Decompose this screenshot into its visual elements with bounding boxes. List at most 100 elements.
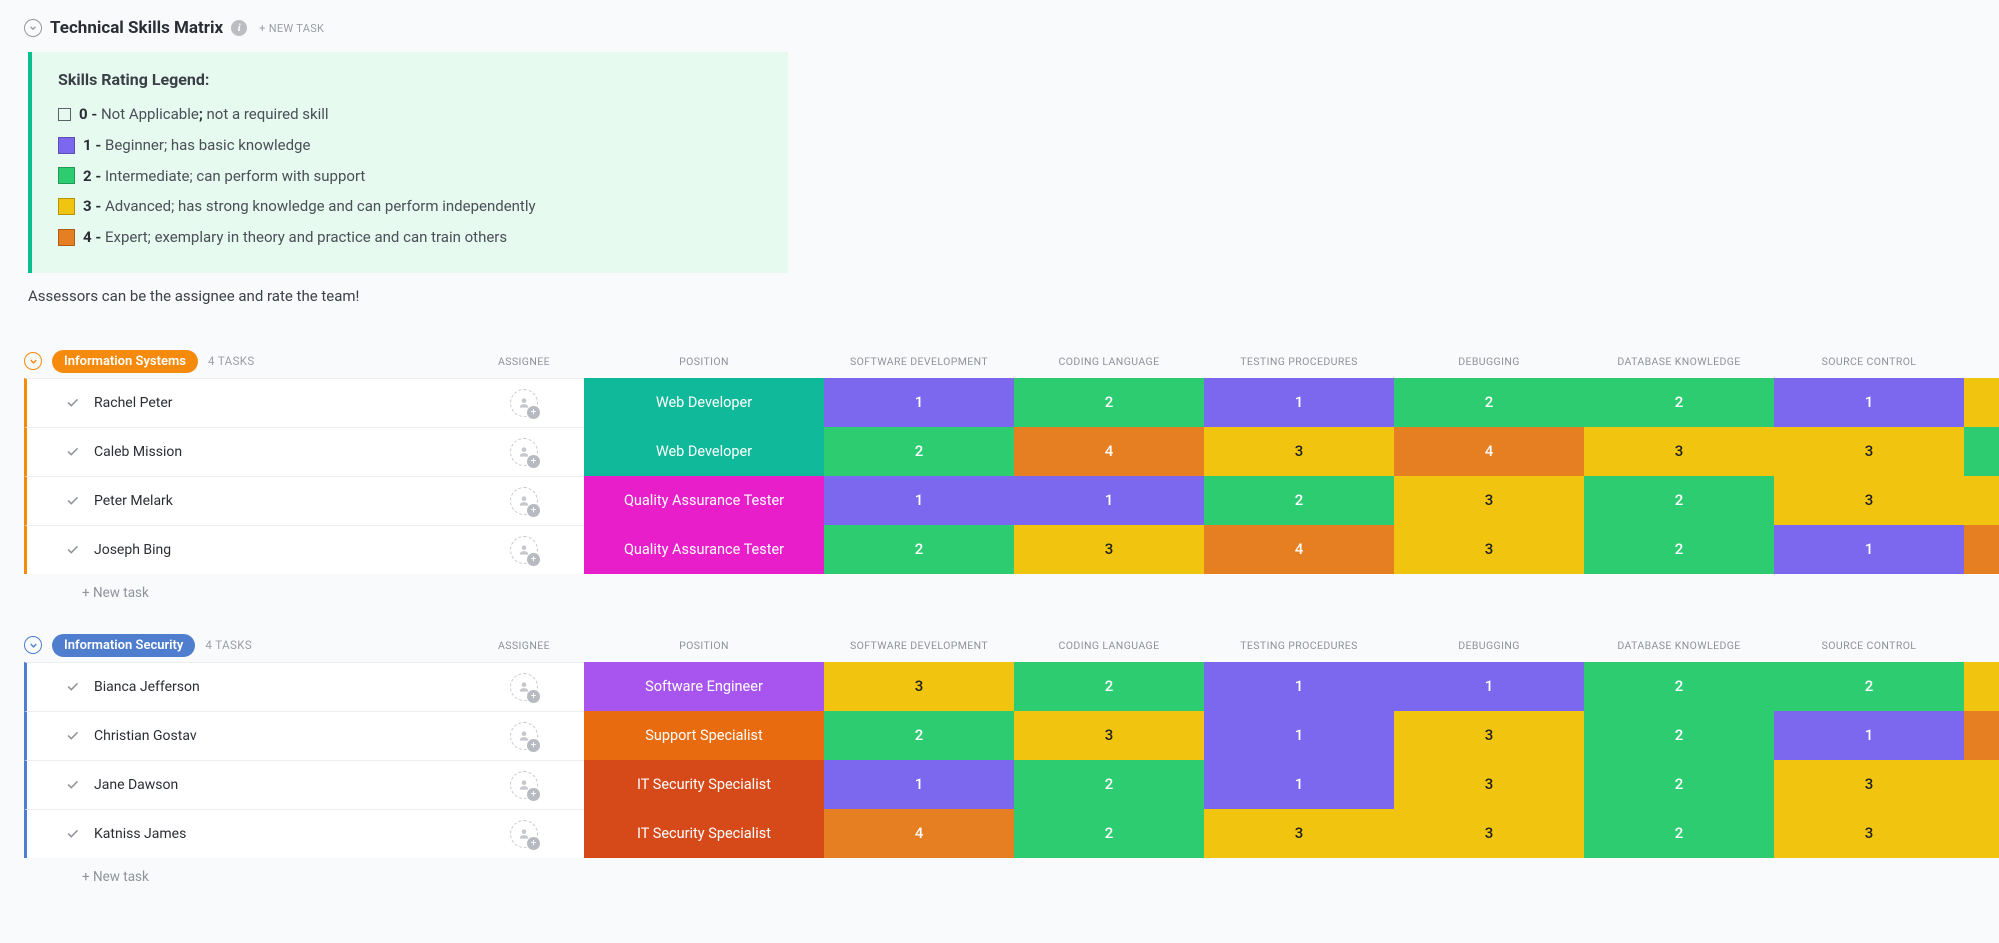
task-name[interactable]: Caleb Mission (84, 427, 464, 476)
column-header[interactable]: SOURCE CONTROL (1774, 629, 1964, 662)
rating-cell[interactable]: 3 (1774, 760, 1964, 809)
rating-cell[interactable]: 4 (1394, 427, 1584, 476)
rating-cell[interactable]: 3 (1964, 809, 1999, 858)
column-header[interactable]: DEBUGGING (1394, 629, 1584, 662)
assignee-add-button[interactable]: + (510, 536, 538, 564)
assignee-add-button[interactable]: + (510, 487, 538, 515)
rating-cell[interactable]: 4 (1014, 427, 1204, 476)
rating-cell[interactable]: 2 (1014, 809, 1204, 858)
rating-cell[interactable]: 2 (1204, 476, 1394, 525)
rating-cell[interactable]: 4 (1964, 711, 1999, 760)
group-collapse-toggle[interactable] (24, 636, 42, 654)
rating-cell[interactable]: 3 (1204, 427, 1394, 476)
rating-cell[interactable]: 1 (1204, 711, 1394, 760)
rating-cell[interactable]: 2 (1584, 476, 1774, 525)
rating-cell[interactable]: 2 (824, 427, 1014, 476)
task-status-check[interactable] (24, 711, 84, 760)
task-name[interactable]: Joseph Bing (84, 525, 464, 574)
column-header[interactable]: DEBUGGING (1394, 345, 1584, 378)
rating-cell[interactable]: 2 (1584, 378, 1774, 427)
assignee-add-button[interactable]: + (510, 722, 538, 750)
rating-cell[interactable]: 1 (1394, 662, 1584, 711)
rating-cell[interactable]: 3 (824, 662, 1014, 711)
task-status-check[interactable] (24, 809, 84, 858)
task-name[interactable]: Katniss James (84, 809, 464, 858)
position-cell[interactable]: Software Engineer (584, 662, 824, 711)
column-header[interactable]: SOFTWARE DEVELOPMENT (824, 629, 1014, 662)
column-header[interactable]: DATABASE KNOWLEDGE (1584, 629, 1774, 662)
rating-cell[interactable]: 2 (1584, 662, 1774, 711)
rating-cell[interactable]: 3 (1394, 525, 1584, 574)
rating-cell[interactable]: 2 (824, 711, 1014, 760)
task-status-check[interactable] (24, 378, 84, 427)
rating-cell[interactable]: 1 (1014, 476, 1204, 525)
rating-cell[interactable]: 3 (1394, 476, 1584, 525)
task-status-check[interactable] (24, 427, 84, 476)
group-pill[interactable]: Information Systems (52, 350, 198, 373)
task-status-check[interactable] (24, 476, 84, 525)
rating-cell[interactable]: 3 (1774, 809, 1964, 858)
section-collapse-toggle[interactable] (24, 19, 42, 37)
assignee-add-button[interactable]: + (510, 820, 538, 848)
assignee-add-button[interactable]: + (510, 438, 538, 466)
rating-cell[interactable]: 4 (824, 809, 1014, 858)
rating-cell[interactable]: 1 (824, 760, 1014, 809)
rating-cell[interactable]: 2 (824, 525, 1014, 574)
task-status-check[interactable] (24, 662, 84, 711)
rating-cell[interactable]: 1 (824, 476, 1014, 525)
position-cell[interactable]: Support Specialist (584, 711, 824, 760)
rating-cell[interactable]: 4 (1204, 525, 1394, 574)
group-pill[interactable]: Information Security (52, 634, 195, 657)
task-name[interactable]: Jane Dawson (84, 760, 464, 809)
column-header[interactable]: DATABASE KNOWLEDGE (1584, 345, 1774, 378)
rating-cell[interactable]: 1 (1204, 662, 1394, 711)
rating-cell[interactable]: 3 (1584, 427, 1774, 476)
rating-cell[interactable]: 3 (1774, 476, 1964, 525)
column-header[interactable]: POSITION (584, 345, 824, 378)
rating-cell[interactable]: 2 (1584, 711, 1774, 760)
rating-cell[interactable]: 3 (1014, 525, 1204, 574)
group-collapse-toggle[interactable] (24, 352, 42, 370)
column-header[interactable]: TESTING PROCEDURES (1204, 345, 1394, 378)
add-task-button[interactable]: + New task (24, 574, 1999, 601)
position-cell[interactable]: Quality Assurance Tester (584, 525, 824, 574)
column-header[interactable]: CODING LANGUAGE (1014, 345, 1204, 378)
rating-cell[interactable]: 3 (1964, 662, 1999, 711)
rating-cell[interactable]: 1 (1774, 378, 1964, 427)
position-cell[interactable]: IT Security Specialist (584, 809, 824, 858)
rating-cell[interactable]: 2 (1584, 525, 1774, 574)
rating-cell[interactable]: 2 (1014, 378, 1204, 427)
rating-cell[interactable]: 1 (1204, 760, 1394, 809)
position-cell[interactable]: Quality Assurance Tester (584, 476, 824, 525)
rating-cell[interactable]: 4 (1964, 525, 1999, 574)
rating-cell[interactable]: 3 (1964, 476, 1999, 525)
column-header[interactable]: SOFTWARE DEVELOPMENT (824, 345, 1014, 378)
position-cell[interactable]: IT Security Specialist (584, 760, 824, 809)
rating-cell[interactable]: 2 (1584, 809, 1774, 858)
position-cell[interactable]: Web Developer (584, 378, 824, 427)
task-name[interactable]: Bianca Jefferson (84, 662, 464, 711)
rating-cell[interactable]: 3 (1394, 760, 1584, 809)
rating-cell[interactable]: 3 (1394, 711, 1584, 760)
rating-cell[interactable]: 3 (1774, 427, 1964, 476)
assignee-add-button[interactable]: + (510, 389, 538, 417)
rating-cell[interactable]: 3 (1014, 711, 1204, 760)
assignee-add-button[interactable]: + (510, 673, 538, 701)
new-task-button[interactable]: + NEW TASK (259, 22, 324, 35)
rating-cell[interactable]: 1 (1774, 711, 1964, 760)
rating-cell[interactable]: 2 (1014, 662, 1204, 711)
column-header[interactable]: ASSIGNEE (464, 345, 584, 378)
rating-cell[interactable]: 2 (1584, 760, 1774, 809)
position-cell[interactable]: Web Developer (584, 427, 824, 476)
rating-cell[interactable]: 3 (1394, 809, 1584, 858)
rating-cell[interactable]: 2 (1014, 760, 1204, 809)
task-status-check[interactable] (24, 760, 84, 809)
rating-cell[interactable]: 3 (1204, 809, 1394, 858)
task-status-check[interactable] (24, 525, 84, 574)
rating-cell[interactable]: 1 (824, 378, 1014, 427)
column-header[interactable]: CODING LANGUAGE (1014, 629, 1204, 662)
info-icon[interactable]: i (231, 20, 247, 36)
rating-cell[interactable]: 2 (1774, 662, 1964, 711)
rating-cell[interactable]: 2 (1964, 427, 1999, 476)
column-header[interactable]: SOFTV (1964, 345, 1999, 378)
